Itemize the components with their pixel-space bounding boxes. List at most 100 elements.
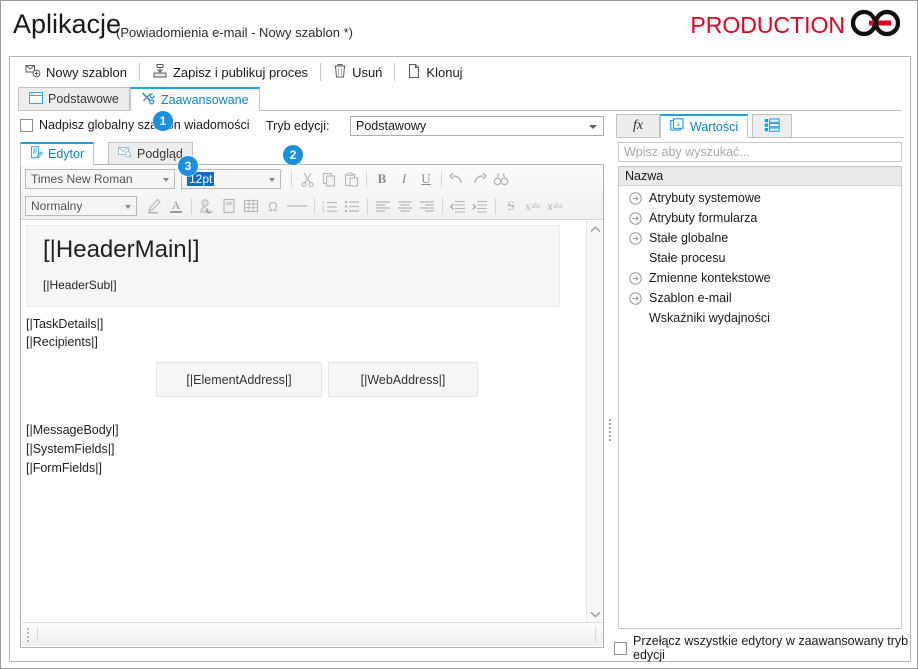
strikethrough-icon[interactable]: S <box>500 195 522 217</box>
clone-button[interactable]: Klonuj <box>400 60 469 84</box>
page-header: Aplikacje (Powiadomienia e-mail - Nowy s… <box>1 1 917 53</box>
list-item[interactable]: Szablon e-mail <box>619 289 901 307</box>
bold-icon[interactable]: B <box>371 168 393 190</box>
align-right-icon[interactable] <box>416 195 438 217</box>
values-search-input[interactable]: Wpisz aby wyszukać... <box>618 142 902 162</box>
tab-formula[interactable]: fx <box>616 114 660 138</box>
editor-status-bar <box>22 622 603 646</box>
brand-logo: PRODUCTION <box>690 9 903 42</box>
message-body-placeholder: [|MessageBody|] <box>26 423 119 437</box>
tab-zaawansowane[interactable]: Zaawansowane <box>130 87 260 111</box>
scroll-up-icon[interactable] <box>587 221 603 238</box>
increase-indent-icon[interactable] <box>469 195 491 217</box>
ordered-list-icon[interactable]: 123 <box>319 195 341 217</box>
superscript-icon[interactable]: x abc <box>522 195 544 217</box>
list-detail-icon <box>764 118 780 135</box>
undo-icon[interactable] <box>446 168 468 190</box>
expand-arrow-icon[interactable] <box>629 191 642 205</box>
editor-canvas[interactable]: [|HeaderMain|] [|HeaderSub|] [|TaskDetai… <box>22 221 585 623</box>
toggle-all-editors-row[interactable]: Przełącz wszystkie edytory w zaawansowan… <box>614 634 910 662</box>
expand-arrow-icon[interactable] <box>629 271 642 285</box>
rte-separator <box>495 198 496 214</box>
font-color-icon[interactable]: A <box>165 195 187 217</box>
link-icon[interactable] <box>196 195 218 217</box>
edit-mode-select[interactable]: Podstawowy <box>350 116 604 136</box>
mail-preview-icon <box>118 146 132 161</box>
subtab-edytor[interactable]: Edytor <box>20 142 95 165</box>
application-window: Aplikacje (Powiadomienia e-mail - Nowy s… <box>0 0 918 669</box>
rte-toolbar-row-2: Normalny A Ω 1 2 3 S x abc x abc <box>25 193 566 219</box>
delete-label: Usuń <box>352 64 383 80</box>
new-template-button[interactable]: Nowy szablon <box>18 60 134 84</box>
editor-vertical-scrollbar[interactable] <box>586 221 602 623</box>
unordered-list-icon[interactable] <box>341 195 363 217</box>
find-icon[interactable] <box>490 168 512 190</box>
main-tabstrip: Podstawowe Zaawansowane <box>18 87 902 111</box>
list-item[interactable]: Atrybuty systemowe <box>619 189 901 207</box>
expand-arrow-icon[interactable] <box>629 231 642 245</box>
override-template-checkbox-row[interactable]: Nadpisz globalny szablon wiadomości <box>20 118 250 132</box>
subtab-edytor-label: Edytor <box>48 147 85 161</box>
chevron-down-icon <box>125 205 131 209</box>
tab-details-list[interactable] <box>752 114 792 138</box>
font-family-value: Times New Roman <box>31 172 133 186</box>
toggle-all-editors-checkbox[interactable] <box>614 641 627 655</box>
toolbar-separator <box>138 63 140 81</box>
expand-arrow-icon[interactable] <box>629 291 642 305</box>
delete-button[interactable]: Usuń <box>326 60 389 84</box>
special-character-icon[interactable]: Ω <box>262 195 284 217</box>
tab-podstawowe[interactable]: Podstawowe <box>18 87 130 111</box>
editor-subtabstrip: Edytor Podgląd <box>20 142 604 165</box>
override-template-label: Nadpisz globalny szablon wiadomości <box>39 118 250 132</box>
command-toolbar: Nowy szablon Zapisz i publikuj proces Us… <box>10 57 910 87</box>
list-item[interactable]: Stałe procesu <box>619 249 901 267</box>
table-icon[interactable] <box>240 195 262 217</box>
edit-mode-value: Podstawowy <box>356 119 427 133</box>
expand-arrow-icon[interactable] <box>629 211 642 225</box>
paste-icon[interactable] <box>340 168 362 190</box>
horizontal-rule-icon[interactable] <box>284 195 310 217</box>
italic-icon[interactable]: I <box>393 168 415 190</box>
clone-label: Klonuj <box>426 64 463 80</box>
override-template-checkbox[interactable] <box>20 118 33 132</box>
tab-wartosci-label: Wartości <box>690 119 739 134</box>
element-address-button[interactable]: [|ElementAddress|] <box>156 362 322 397</box>
resize-grip-icon[interactable] <box>27 628 30 642</box>
status-divider <box>595 627 596 642</box>
header-sub-placeholder: [|HeaderSub|] <box>43 278 117 292</box>
subscript-icon[interactable]: x abc <box>544 195 566 217</box>
splitter-grip-icon[interactable] <box>609 419 611 443</box>
recipients-placeholder: [|Recipients|] <box>26 335 98 349</box>
copy-icon[interactable] <box>318 168 340 190</box>
window-icon <box>29 91 43 107</box>
align-center-icon[interactable] <box>394 195 416 217</box>
align-left-icon[interactable] <box>372 195 394 217</box>
tab-wartosci[interactable]: a Wartości <box>660 114 749 138</box>
toggle-all-editors-label: Przełącz wszystkie edytory w zaawansowan… <box>633 634 909 662</box>
panel-splitter[interactable] <box>606 114 614 654</box>
list-item[interactable]: Atrybuty formularza <box>619 209 901 227</box>
highlight-pen-icon[interactable] <box>143 195 165 217</box>
decrease-indent-icon[interactable] <box>447 195 469 217</box>
save-publish-button[interactable]: Zapisz i publikuj proces <box>145 60 315 84</box>
header-main-placeholder: [|HeaderMain|] <box>43 236 200 263</box>
document-edit-icon <box>30 146 43 162</box>
cut-icon[interactable] <box>296 168 318 190</box>
paragraph-style-select[interactable]: Normalny <box>25 196 137 216</box>
new-template-icon <box>25 63 41 81</box>
redo-icon[interactable] <box>468 168 490 190</box>
list-item[interactable]: Zmienne kontekstowe <box>619 269 901 287</box>
list-item[interactable]: Wskaźniki wydajności <box>619 309 901 327</box>
paste-special-icon[interactable] <box>218 195 240 217</box>
content-panel: Nowy szablon Zapisz i publikuj proces Us… <box>9 56 911 662</box>
font-family-select[interactable]: Times New Roman <box>25 169 175 189</box>
values-panel: fx a Wartości Wpisz aby wyszukać... Nazw… <box>614 114 904 654</box>
list-item[interactable]: Stałe globalne <box>619 229 901 247</box>
rte-separator <box>191 198 192 214</box>
underline-icon[interactable]: U <box>415 168 437 190</box>
web-address-button[interactable]: [|WebAddress|] <box>328 362 478 397</box>
toolbar-separator <box>394 63 396 81</box>
values-card-icon: a <box>670 118 685 135</box>
list-item-label: Stałe procesu <box>649 251 726 265</box>
scroll-down-icon[interactable] <box>587 606 603 623</box>
